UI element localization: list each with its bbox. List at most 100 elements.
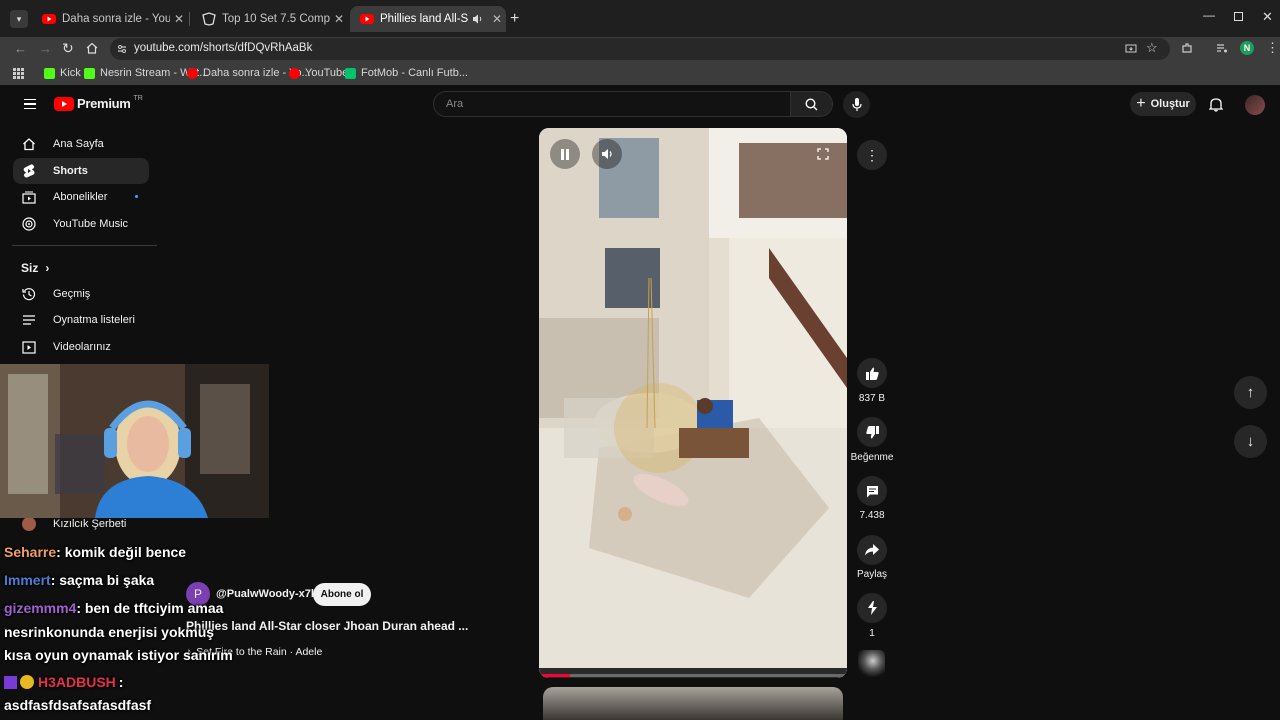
sidebar-item-history[interactable]: Geçmiş [13,281,149,307]
browser-tab-strip: ▾ Daha sonra izle - YouTube ✕ Top 10 Set… [0,0,1280,37]
search-button[interactable] [791,91,833,117]
forward-icon[interactable]: → [39,41,52,56]
close-icon[interactable]: ✕ [170,12,188,26]
previous-short-button[interactable]: ↑ [1234,376,1267,409]
bookmark-youtube[interactable]: YouTube [289,67,348,79]
back-icon[interactable]: ← [14,41,27,56]
history-icon [22,288,36,301]
progress-bar-fill [539,674,570,677]
media-control-icon[interactable] [1216,42,1228,54]
create-button[interactable]: + Oluştur [1130,92,1196,116]
youtube-favicon-icon [289,67,300,79]
sidebar-item-label: Ana Sayfa [53,138,104,150]
install-app-icon[interactable] [1125,43,1137,55]
close-icon[interactable]: ✕ [488,12,506,26]
extensions-icon[interactable] [1181,42,1193,54]
minimize-button[interactable]: — [1203,8,1215,22]
video-icon [22,340,36,354]
sidebar-item-shorts[interactable]: Shorts [13,158,149,184]
tab-1[interactable]: Top 10 Set 7.5 Comps | TFT Set ✕ [192,6,348,32]
remix-button[interactable] [857,593,887,623]
dislike-button[interactable] [857,417,887,447]
chat-badge-icon [20,675,34,689]
channel-handle[interactable]: @PualwWoody-x7k [216,588,317,600]
bookmark-label: FotMob - Canlı Futb... [361,67,468,79]
chat-message: asdfasfdsafsafasdfasf [4,697,151,713]
address-bar[interactable]: youtube.com/shorts/dfDQvRhAaBk ☆ [110,38,1170,60]
like-button[interactable] [857,358,887,388]
share-label: Paylaş [856,569,887,580]
logo-text: Premium [77,96,131,111]
bookmark-kick[interactable]: Kick [44,67,81,79]
notifications-bell-icon[interactable] [1209,97,1223,112]
sound-thumbnail[interactable] [858,650,885,677]
remix-count: 1 [869,628,875,639]
chat-message: Seharre: komik değil bence [4,544,186,560]
thumbs-down-icon [865,425,879,438]
sidebar-item-home[interactable]: Ana Sayfa [13,131,149,157]
microphone-icon [851,98,862,111]
chat-badge-icon [4,675,17,689]
remix-icon [867,601,877,615]
new-tab-button[interactable]: + [510,10,519,28]
youtube-favicon-icon [360,14,374,24]
fullscreen-icon[interactable] [817,148,829,160]
short-video-player[interactable] [539,128,847,678]
search-box[interactable]: Ara [433,91,791,117]
tft-favicon-icon [202,12,216,26]
close-icon[interactable]: ✕ [330,12,348,26]
share-button[interactable] [857,535,887,565]
dislike-label: Beğenme [850,452,894,463]
site-info-icon[interactable] [116,43,128,55]
create-label: Oluştur [1150,98,1190,110]
restore-button[interactable] [1234,12,1243,21]
bookmark-star-icon[interactable]: ☆ [1146,40,1158,56]
sidebar-you-heading[interactable]: Siz › [21,261,49,275]
url-text: youtube.com/shorts/dfDQvRhAaBk [134,42,313,54]
close-window-button[interactable]: ✕ [1262,9,1273,25]
progress-bar-track[interactable] [539,674,847,677]
more-options-button[interactable]: ⋮ [857,140,887,170]
sidebar-item-youtube-music[interactable]: YouTube Music [13,211,149,237]
sidebar-item-label: YouTube Music [53,218,129,230]
tab-search-button[interactable]: ▾ [10,10,28,28]
pause-button[interactable] [550,139,580,169]
subscribe-button[interactable]: Abone ol [313,583,371,606]
hamburger-menu-icon[interactable] [24,99,36,109]
chat-text: : ben de tftciyim amaa [76,600,224,616]
chat-username: gizemmm4 [4,600,77,616]
like-count: 837 B [858,393,886,404]
speaker-icon[interactable] [472,13,484,25]
share-icon [865,544,879,556]
kebab-menu-icon: ⋮ [865,146,879,163]
short-title[interactable]: Phillies land All-Star closer Jhoan Dura… [186,619,468,633]
webcam-feed [0,364,269,518]
logo-region: TR [133,95,143,102]
comments-button[interactable] [857,476,887,506]
sidebar-item-subscriptions[interactable]: Abonelikler [13,184,149,210]
reload-icon[interactable]: ↻ [62,40,74,57]
chat-message: gizemmm4: ben de tftciyim amaa [4,600,223,616]
sidebar-item-playlists[interactable]: Oynatma listeleri [13,307,149,333]
profile-avatar[interactable]: N [1240,41,1254,55]
kebab-menu-icon[interactable]: ⋮ [1266,40,1279,56]
tab-0[interactable]: Daha sonra izle - YouTube ✕ [32,6,188,32]
youtube-logo[interactable]: Premium TR [54,95,143,111]
account-avatar[interactable] [1245,95,1265,115]
apps-grid-icon[interactable] [13,68,24,79]
chat-message: nesrinkonunda enerjisi yokmuş [4,624,214,640]
next-short-button[interactable]: ↓ [1234,425,1267,458]
search-input[interactable]: Ara [446,98,463,110]
thumbs-up-icon [865,367,879,380]
voice-search-button[interactable] [843,91,870,118]
tab-2[interactable]: Phillies land All-Star closer ✕ [350,6,506,32]
volume-button[interactable] [592,139,622,169]
tab-title: Phillies land All-Star closer [380,13,468,25]
chat-username: Immert [4,572,51,588]
bookmark-fotmob[interactable]: FotMob - Canlı Futb... [345,67,468,79]
chat-message: Immert: saçma bi şaka [4,572,154,588]
next-short-preview [543,687,843,720]
home-icon[interactable] [86,42,98,54]
chat-text: asdfasfdsafsafasdfasf [4,697,152,713]
sidebar-item-your-videos[interactable]: Videolarınız [13,334,149,360]
